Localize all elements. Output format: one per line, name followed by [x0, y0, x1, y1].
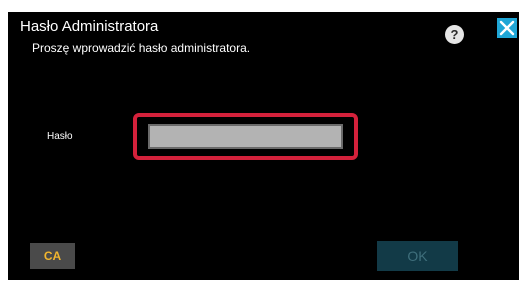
ok-button[interactable]: OK [377, 241, 458, 271]
dialog-subtitle: Proszę wprowadzić hasło administratora. [32, 41, 251, 55]
dialog-title: Hasło Administratora [20, 18, 159, 35]
ca-button[interactable]: CA [30, 243, 75, 269]
password-input[interactable] [148, 124, 343, 149]
question-mark-icon: ? [450, 27, 459, 42]
close-button[interactable] [497, 18, 517, 38]
close-icon [499, 20, 515, 36]
help-button[interactable]: ? [445, 25, 464, 44]
admin-password-dialog: Hasło Administratora Proszę wprowadzić h… [8, 12, 519, 280]
password-field-highlight [133, 113, 358, 160]
password-label: Hasło [47, 131, 73, 142]
